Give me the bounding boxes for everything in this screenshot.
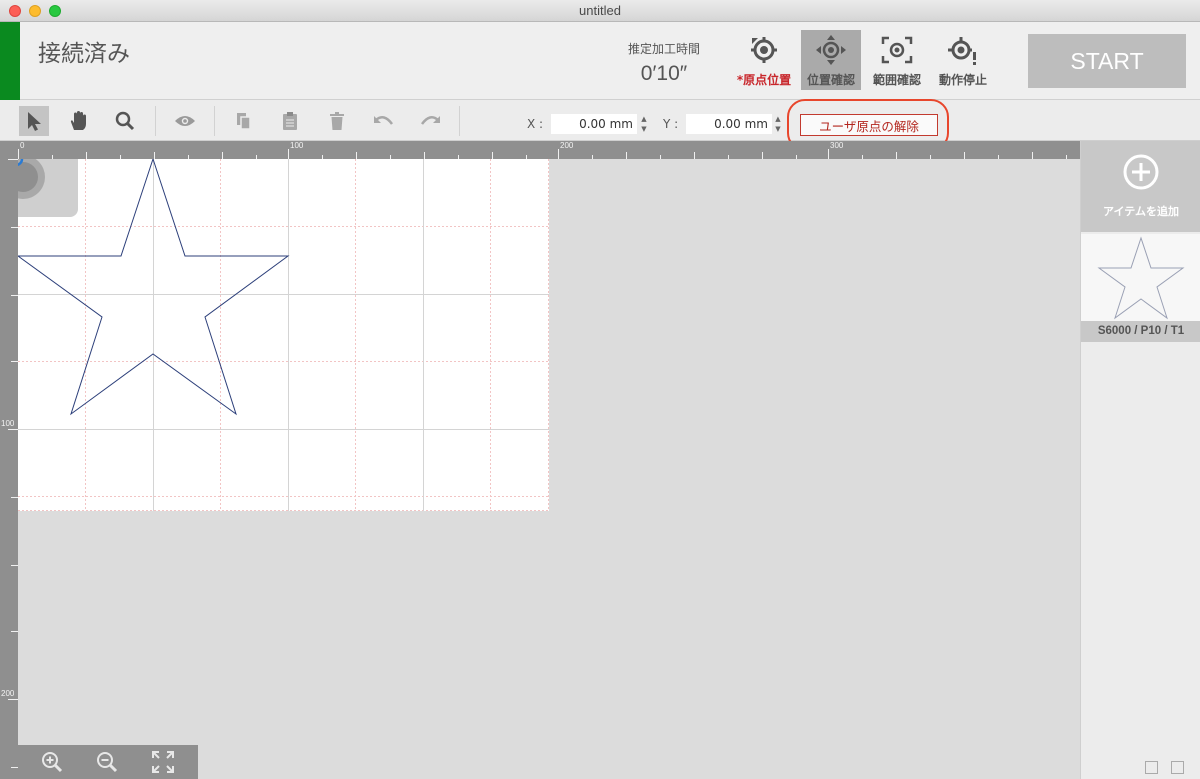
ruler-label: 0	[20, 141, 25, 150]
origin-position-label: *原点位置	[736, 73, 792, 87]
design-canvas[interactable]	[18, 159, 1080, 779]
edit-toolbar: X : ▲▼ Y : ▲▼ ユーザ原点の解除	[0, 100, 1200, 141]
delete-button[interactable]	[322, 106, 352, 136]
ruler-label: 100	[290, 141, 304, 150]
star-thumbnail	[1097, 236, 1185, 320]
header-bar: 接続済み 推定加工時間 0′10″ *原点位置 位置確認 範囲確認 動作停止 S…	[0, 22, 1200, 100]
add-item-button[interactable]: アイテムを追加	[1081, 141, 1200, 232]
zoom-out-icon	[97, 752, 118, 773]
vertical-ruler-ticks	[8, 159, 18, 768]
zoom-tool-button[interactable]	[110, 106, 140, 136]
toolbar-divider	[459, 106, 460, 136]
horizontal-ruler: 0 100 200 300	[0, 141, 1080, 159]
start-button[interactable]: START	[1028, 34, 1186, 88]
ruler-label: 200	[560, 141, 574, 150]
add-item-label: アイテムを追加	[1103, 205, 1179, 218]
zoom-in-button[interactable]	[40, 750, 64, 774]
hand-pan-icon	[70, 111, 86, 130]
undo-icon	[374, 116, 394, 125]
connection-indicator	[0, 22, 20, 100]
range-check-button[interactable]: 範囲確認	[867, 30, 927, 90]
redo-icon	[420, 116, 440, 125]
plus-circle-icon	[1123, 154, 1159, 190]
item-settings-label: S6000 / P10 / T1	[1081, 321, 1200, 342]
range-check-icon	[881, 36, 913, 64]
toolbar-divider	[155, 106, 156, 136]
copy-icon	[237, 113, 251, 130]
x-coordinate-stepper[interactable]: ▲ ▼	[639, 114, 649, 134]
estimated-time-label: 推定加工時間	[627, 42, 700, 56]
work-area	[18, 159, 549, 511]
zoom-out-button[interactable]	[95, 750, 119, 774]
x-coordinate-label: X :	[527, 117, 544, 131]
zoom-controls	[18, 745, 198, 779]
trash-icon	[330, 112, 344, 130]
split-view-toggle[interactable]	[1171, 761, 1184, 774]
reset-user-origin-button[interactable]: ユーザ原点の解除	[800, 114, 938, 136]
ruler-label: 100	[1, 419, 15, 428]
horizontal-ruler-ticks	[18, 149, 1067, 159]
range-check-label: 範囲確認	[872, 73, 921, 87]
pan-tool-button[interactable]	[64, 106, 94, 136]
y-coordinate-input[interactable]	[686, 114, 772, 134]
toolbar-divider	[214, 106, 215, 136]
origin-position-button[interactable]: *原点位置	[734, 30, 794, 90]
item-panel: アイテムを追加 S6000 / P10 / T1	[1080, 141, 1200, 779]
position-check-icon	[816, 35, 846, 65]
select-tool-button[interactable]	[19, 106, 49, 136]
position-check-button[interactable]: 位置確認	[801, 30, 861, 90]
select-arrow-icon	[28, 112, 41, 131]
vertical-ruler: 100 200	[0, 141, 18, 779]
copy-button[interactable]	[229, 106, 259, 136]
star-shape[interactable]	[18, 159, 308, 429]
single-view-toggle[interactable]	[1145, 761, 1158, 774]
redo-button[interactable]	[415, 106, 445, 136]
window-title: untitled	[579, 3, 621, 18]
paste-button[interactable]	[275, 106, 305, 136]
zoom-in-icon	[42, 752, 63, 773]
paste-icon	[283, 112, 297, 130]
y-coordinate-stepper[interactable]: ▲ ▼	[773, 114, 783, 134]
ruler-label: 300	[830, 141, 844, 150]
window-titlebar: untitled	[0, 0, 1200, 22]
ruler-label: 200	[1, 689, 15, 698]
fit-to-screen-button[interactable]	[151, 750, 175, 774]
preview-button[interactable]	[170, 106, 200, 136]
stop-operation-label: 動作停止	[938, 73, 987, 87]
position-check-label: 位置確認	[806, 73, 855, 87]
eye-preview-icon	[175, 116, 195, 126]
stop-operation-button[interactable]: 動作停止	[933, 30, 993, 90]
y-coordinate-label: Y :	[663, 117, 679, 131]
estimated-time-value: 0′10″	[640, 62, 688, 85]
expand-icon	[152, 751, 174, 773]
stop-operation-icon	[948, 37, 976, 65]
x-coordinate-input[interactable]	[551, 114, 637, 134]
connection-status: 接続済み	[38, 41, 130, 67]
origin-position-icon	[751, 37, 777, 63]
undo-button[interactable]	[369, 106, 399, 136]
zoom-magnifier-icon	[115, 111, 135, 131]
